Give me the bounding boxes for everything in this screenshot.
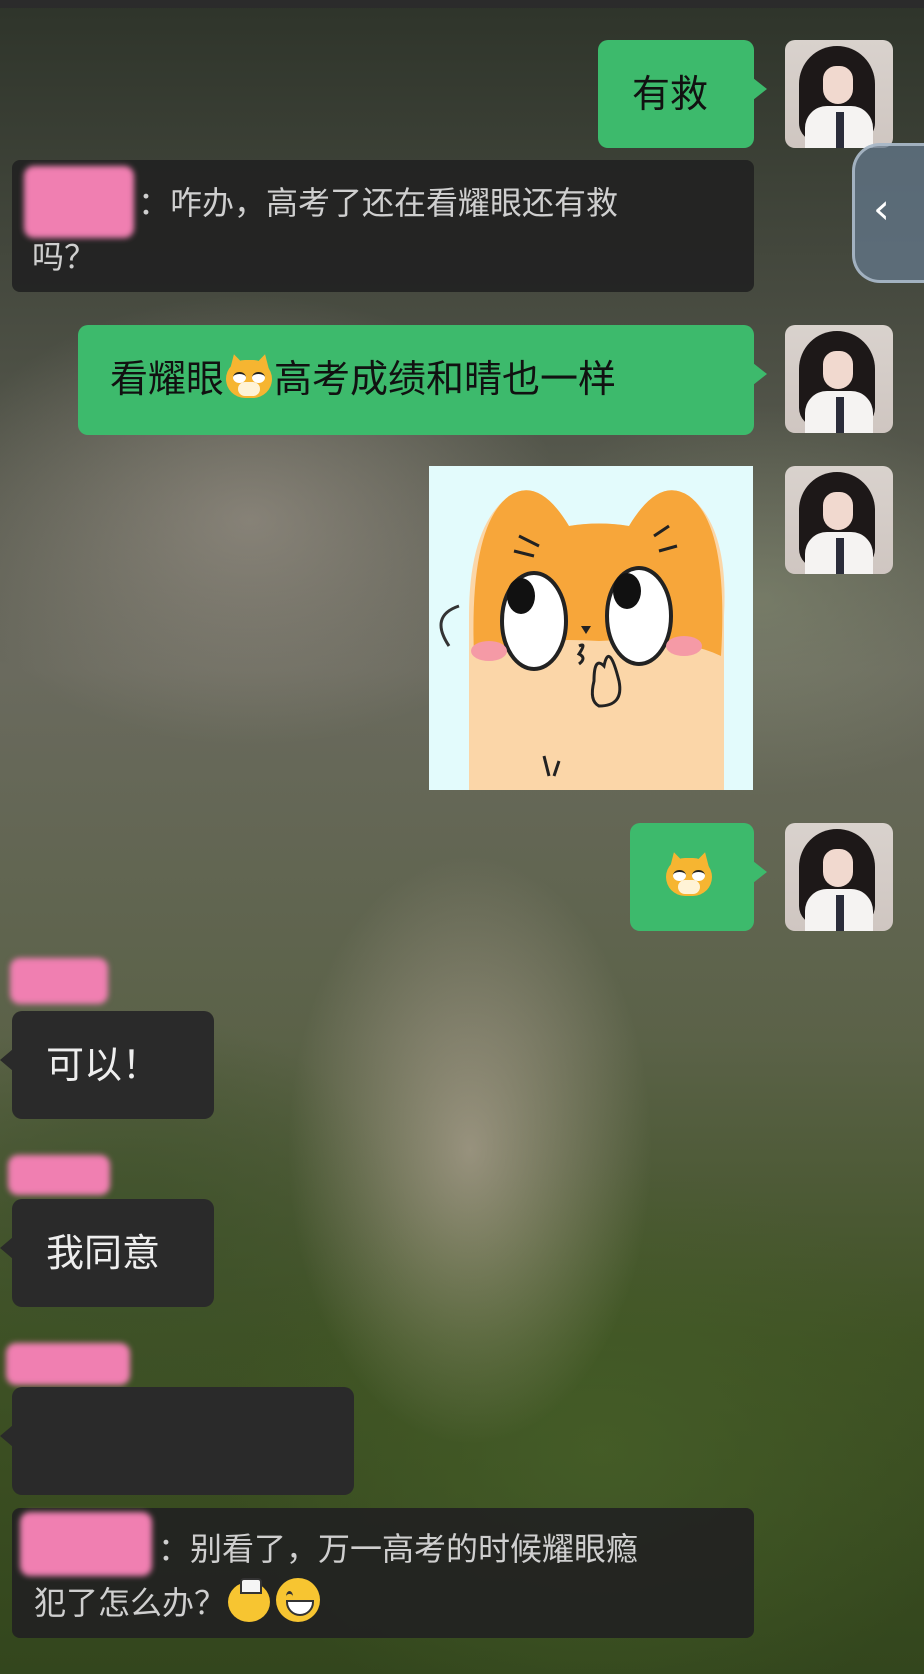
doge-cat-emoji xyxy=(224,351,274,400)
redacted-sender-name xyxy=(6,1343,130,1385)
their-message-bubble[interactable]: 我同意 xyxy=(0,1199,214,1307)
redacted-username xyxy=(20,1512,152,1576)
quote-separator: ： xyxy=(138,184,171,222)
my-avatar[interactable] xyxy=(785,325,893,433)
my-avatar[interactable] xyxy=(785,466,893,574)
status-strip xyxy=(0,0,924,8)
doge-cat-emoji xyxy=(664,849,714,898)
quote-text-line1: 咋办，高考了还在看耀眼还有救 xyxy=(170,184,619,222)
redacted-username xyxy=(24,166,134,238)
message-text-end: 高考成绩和晴也一样 xyxy=(274,357,617,401)
quoted-message[interactable]: ：别看了，万一高考的时候耀眼瘾 犯了怎么办？ xyxy=(12,1508,754,1638)
my-avatar[interactable] xyxy=(785,823,893,931)
my-avatar[interactable] xyxy=(785,40,893,148)
their-message-bubble[interactable]: 可以！ xyxy=(0,1011,214,1119)
message-text: 有救 xyxy=(632,72,709,116)
my-message-bubble[interactable]: 有救 xyxy=(598,40,767,148)
chevron-left-icon: ‹ xyxy=(873,184,890,233)
message-text: 可以！ xyxy=(46,1043,161,1087)
quote-text-line1: 别看了，万一高考的时候耀眼瘾 xyxy=(190,1530,639,1568)
my-message-bubble[interactable] xyxy=(630,823,767,931)
orange-cat-sticker[interactable] xyxy=(429,466,753,790)
quote-separator: ： xyxy=(158,1530,191,1568)
redacted-sender-name xyxy=(10,958,108,1004)
quoted-message[interactable]: ：咋办，高考了还在看耀眼还有救 吗？ xyxy=(12,160,754,292)
message-text: 我同意 xyxy=(46,1231,161,1275)
redacted-sender-name xyxy=(8,1155,110,1195)
quote-text-line2: 吗？ xyxy=(32,238,97,276)
sleepy-lamp-emoji xyxy=(226,1578,272,1622)
my-message-bubble[interactable]: 看耀眼 高考成绩和晴也一样 xyxy=(78,325,767,435)
quote-text-line2: 犯了怎么办？ xyxy=(34,1584,227,1622)
side-collapse-tab[interactable]: ‹ xyxy=(852,143,924,283)
grin-emoji xyxy=(276,1578,321,1622)
message-text-start: 看耀眼 xyxy=(110,357,225,401)
their-message-bubble[interactable] xyxy=(0,1387,354,1495)
